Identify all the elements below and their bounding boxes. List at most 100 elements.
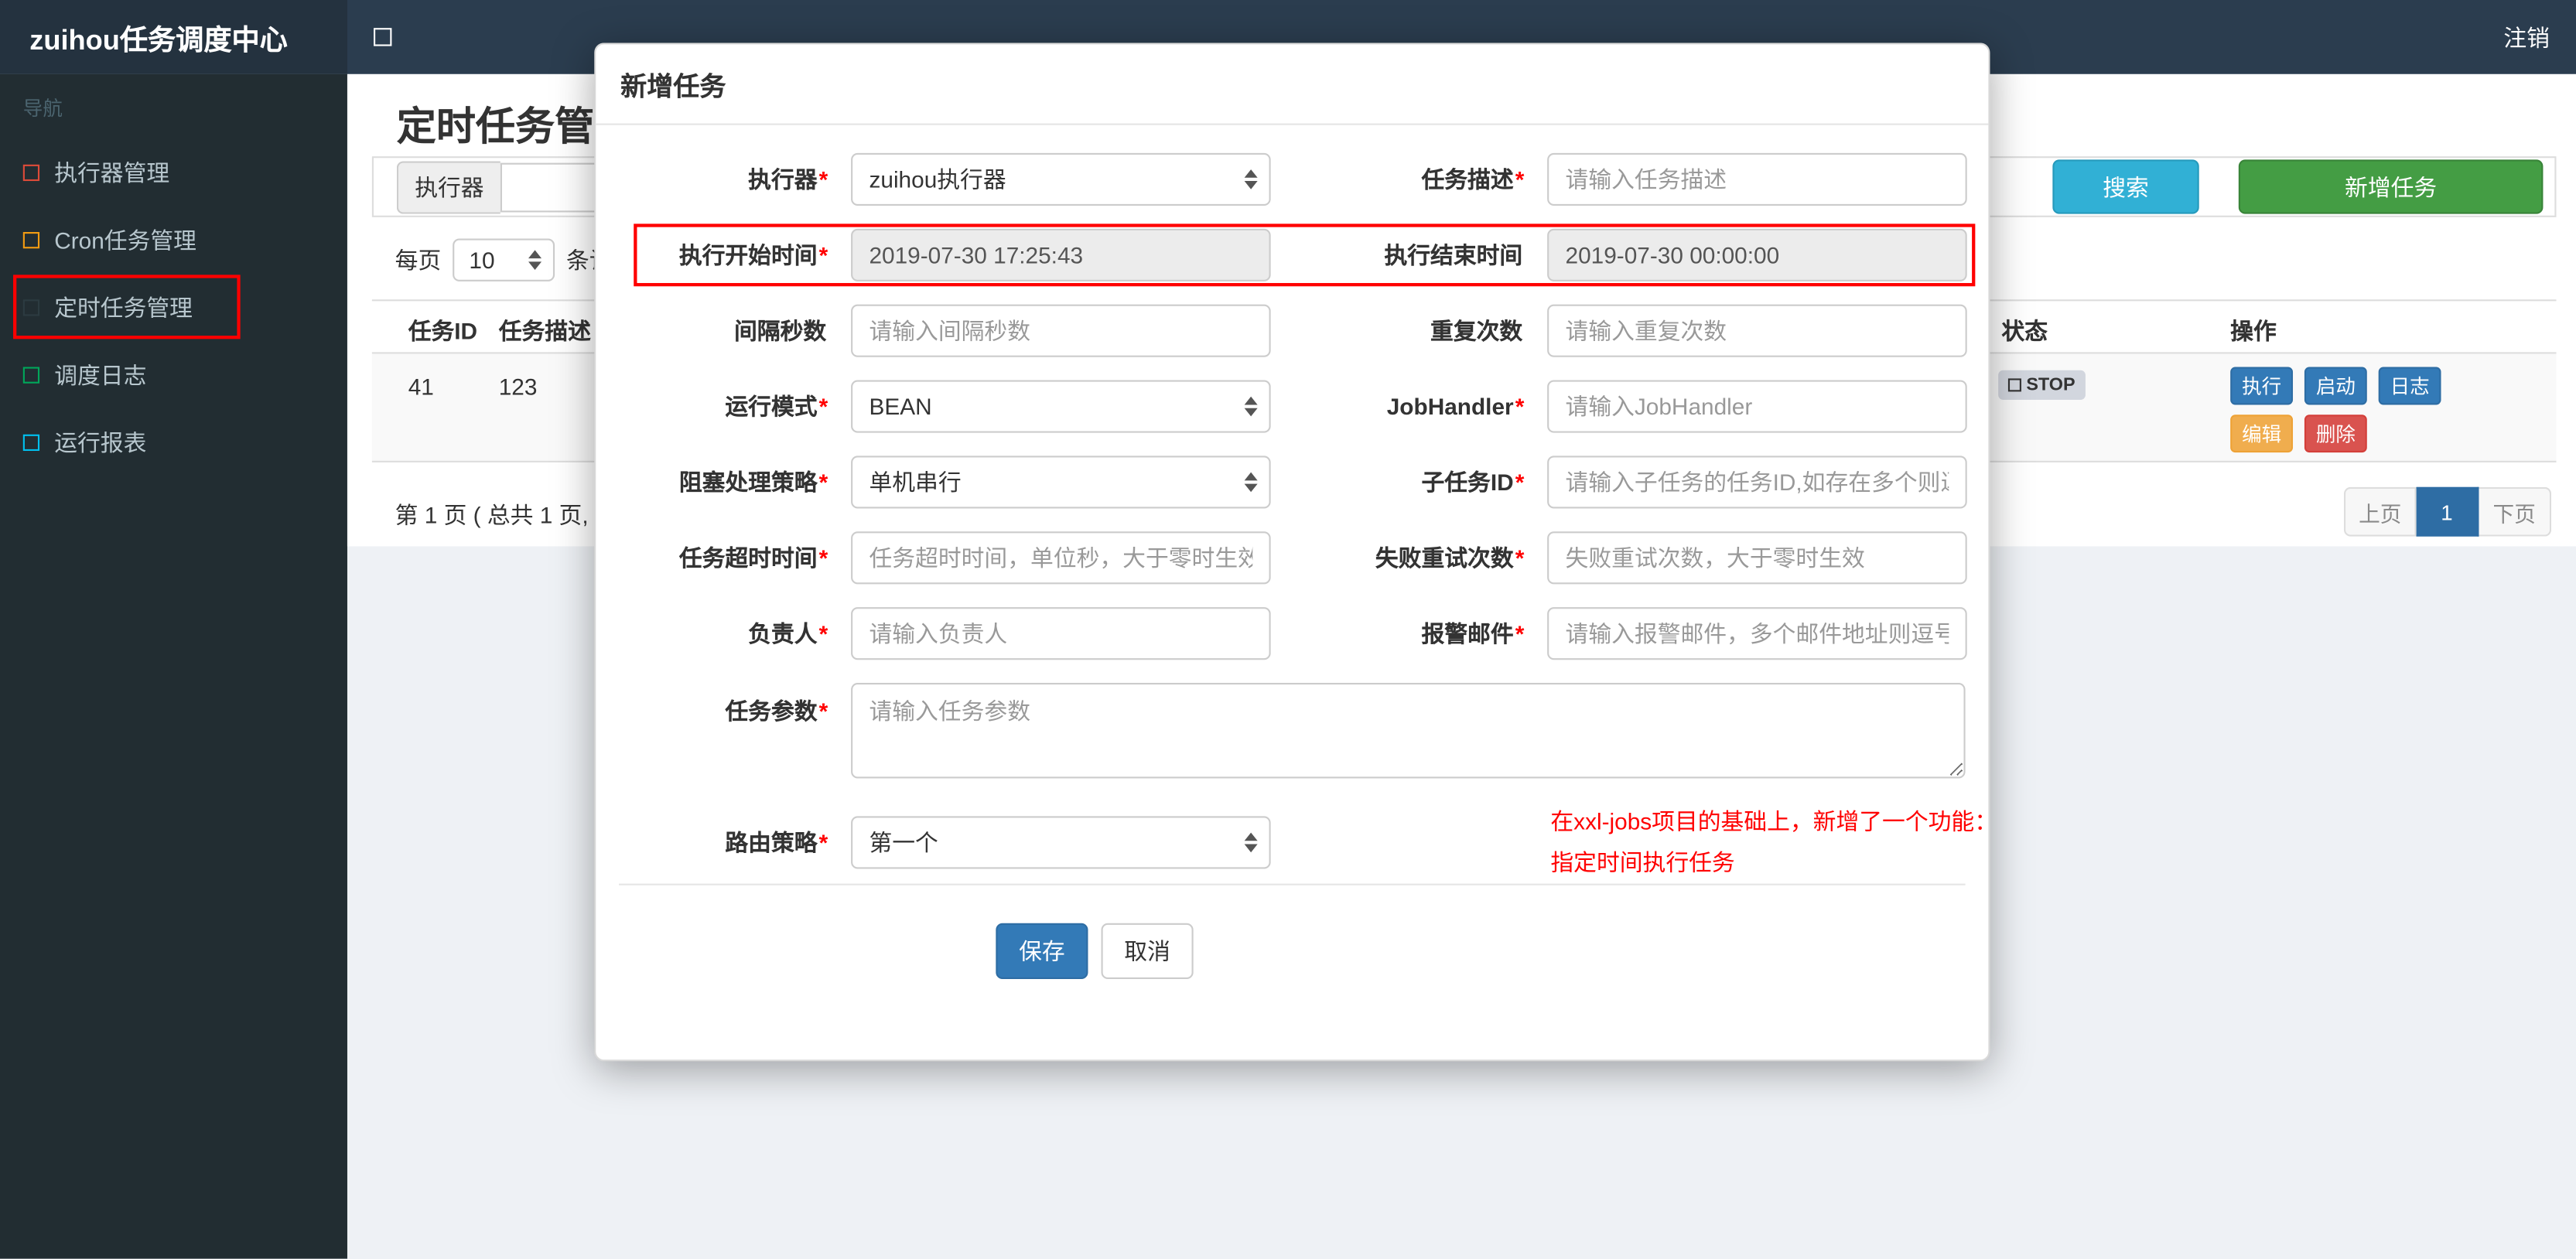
form-row: 阻塞处理策略 * 单机串行 子任务ID * xyxy=(619,455,1967,509)
select-arrows-icon xyxy=(1244,396,1258,417)
pagination-prev-button[interactable]: 上页 xyxy=(2343,486,2417,537)
jobhandler-input[interactable] xyxy=(1547,380,1967,433)
field-label-text: 负责人 xyxy=(748,620,818,647)
form-row: 间隔秒数 重复次数 xyxy=(619,304,1967,357)
start-time-input[interactable] xyxy=(851,228,1271,281)
column-header-actions: 操作 xyxy=(2230,317,2277,344)
task-params-textarea[interactable] xyxy=(851,683,1966,779)
log-button[interactable]: 日志 xyxy=(2378,367,2441,405)
column-header-task-desc: 任务描述 xyxy=(498,317,591,344)
status-badge: STOP xyxy=(1998,370,2086,401)
per-page-select[interactable]: 10 xyxy=(453,238,555,281)
run-button[interactable]: 执行 xyxy=(2230,367,2294,405)
run-mode-label: 运行模式 * xyxy=(619,390,851,423)
action-line-2: 编辑 删除 xyxy=(2230,415,2441,453)
column-header-task-id: 任务ID xyxy=(408,317,478,344)
executor-select[interactable]: zuihou执行器 xyxy=(851,152,1271,206)
cell-actions: 执行 启动 日志 编辑 删除 xyxy=(2230,367,2441,462)
required-star: * xyxy=(1515,393,1525,420)
timeout-input[interactable] xyxy=(851,531,1271,585)
start-button[interactable]: 启动 xyxy=(2304,367,2367,405)
app-brand[interactable]: zuihou任务调度中心 xyxy=(0,0,347,74)
end-time-input[interactable] xyxy=(1547,228,1967,281)
field-label-text: 报警邮件 xyxy=(1421,620,1514,647)
block-strategy-label: 阻塞处理策略 * xyxy=(619,466,851,499)
select-value: zuihou执行器 xyxy=(869,165,1006,193)
owner-input[interactable] xyxy=(851,607,1271,660)
cancel-button[interactable]: 取消 xyxy=(1101,923,1194,980)
square-icon xyxy=(22,163,40,180)
add-task-button[interactable]: 新增任务 xyxy=(2238,159,2544,214)
add-task-modal: 新增任务 执行器* zuihou执行器 任务描述* 执行开始时间* 执行结束时间… xyxy=(594,43,1997,1062)
edit-button[interactable]: 编辑 xyxy=(2230,415,2294,453)
required-star: * xyxy=(818,620,828,647)
jobhandler-label: JobHandler * xyxy=(1271,394,1547,420)
sidebar-item-dispatch-log[interactable]: 调度日志 xyxy=(0,340,347,408)
child-task-input[interactable] xyxy=(1547,455,1967,509)
square-icon xyxy=(22,366,40,383)
field-label-text: 运行模式 xyxy=(725,393,818,420)
required-star: * xyxy=(818,698,828,725)
timeout-label: 任务超时时间 * xyxy=(619,541,851,575)
app-window: zuihou任务调度中心 注销 导航 执行器管理 Cron任务管理 定时任务管理… xyxy=(0,0,2576,1259)
retry-input[interactable] xyxy=(1547,531,1967,585)
select-arrows-icon xyxy=(1244,832,1258,853)
interval-input[interactable] xyxy=(851,304,1271,357)
required-star: * xyxy=(1515,165,1525,193)
column-header-status: 状态 xyxy=(2001,317,2048,344)
form-row-times: 执行开始时间* 执行结束时间 xyxy=(619,228,1967,281)
block-strategy-select[interactable]: 单机串行 xyxy=(851,455,1271,509)
select-value: 第一个 xyxy=(869,829,938,856)
field-label-text: 任务超时时间 xyxy=(678,544,818,571)
cell-status: STOP xyxy=(1998,370,2086,401)
field-label-text: JobHandler xyxy=(1386,393,1514,420)
square-icon xyxy=(22,299,40,316)
search-button[interactable]: 搜索 xyxy=(2052,159,2199,214)
form-row-params: 任务参数 * xyxy=(619,683,1966,779)
form-row: 执行器 * zuihou执行器 任务描述 * xyxy=(619,152,1967,206)
repeat-label: 重复次数 xyxy=(1271,314,1547,347)
executor-label: 执行器 * xyxy=(619,163,851,196)
modal-title: 新增任务 xyxy=(620,73,726,102)
route-strategy-select[interactable]: 第一个 xyxy=(851,816,1271,869)
action-line-1: 执行 启动 日志 xyxy=(2230,367,2441,405)
save-button[interactable]: 保存 xyxy=(996,923,1088,980)
required-star: * xyxy=(818,829,828,856)
required-star: * xyxy=(818,469,828,496)
delete-button[interactable]: 删除 xyxy=(2304,415,2367,453)
sidebar-item-cron-mgmt[interactable]: Cron任务管理 xyxy=(0,206,347,273)
alarm-email-label: 报警邮件 * xyxy=(1271,617,1547,650)
sidebar-item-run-report[interactable]: 运行报表 xyxy=(0,408,347,476)
select-value: 单机串行 xyxy=(869,469,962,496)
repeat-input[interactable] xyxy=(1547,304,1967,357)
form-row: 任务超时时间* 失败重试次数* xyxy=(619,531,1967,585)
start-time-label: 执行开始时间 * xyxy=(619,239,851,272)
required-star: * xyxy=(818,241,828,268)
interval-label: 间隔秒数 xyxy=(619,314,851,347)
modal-body: 执行器* zuihou执行器 任务描述* 执行开始时间* 执行结束时间 间隔秒数… xyxy=(596,125,1997,980)
pagination-next-button[interactable]: 下页 xyxy=(2479,486,2552,537)
modal-header: 新增任务 xyxy=(596,44,1989,125)
sidebar-item-scheduled-task-mgmt[interactable]: 定时任务管理 xyxy=(0,273,347,340)
field-label-text: 间隔秒数 xyxy=(733,317,827,344)
required-star: * xyxy=(1515,620,1525,647)
feature-note-line-1: 在xxl-jobs项目的基础上，新增了一个功能： xyxy=(1550,807,1998,834)
owner-label: 负责人 * xyxy=(619,617,851,650)
sidebar-item-label: 执行器管理 xyxy=(54,159,170,186)
sidebar: 导航 执行器管理 Cron任务管理 定时任务管理 调度日志 运行报表 xyxy=(0,73,347,1259)
sidebar-toggle-icon[interactable] xyxy=(374,28,392,46)
required-star: * xyxy=(1515,544,1525,571)
sidebar-item-label: 运行报表 xyxy=(54,428,147,455)
run-mode-select[interactable]: BEAN xyxy=(851,380,1271,433)
per-page-prefix: 每页 xyxy=(395,247,442,274)
task-desc-input[interactable] xyxy=(1547,152,1967,206)
field-label-text: 路由策略 xyxy=(725,829,818,856)
sidebar-item-label: Cron任务管理 xyxy=(54,226,196,253)
logout-link[interactable]: 注销 xyxy=(2503,21,2550,54)
end-time-label: 执行结束时间 xyxy=(1271,239,1547,272)
pagination-page-1[interactable]: 1 xyxy=(2416,486,2479,537)
select-arrows-icon xyxy=(1244,472,1258,493)
sidebar-item-executor-mgmt[interactable]: 执行器管理 xyxy=(0,138,347,206)
form-row: 负责人* 报警邮件* xyxy=(619,607,1967,660)
alarm-email-input[interactable] xyxy=(1547,607,1967,660)
